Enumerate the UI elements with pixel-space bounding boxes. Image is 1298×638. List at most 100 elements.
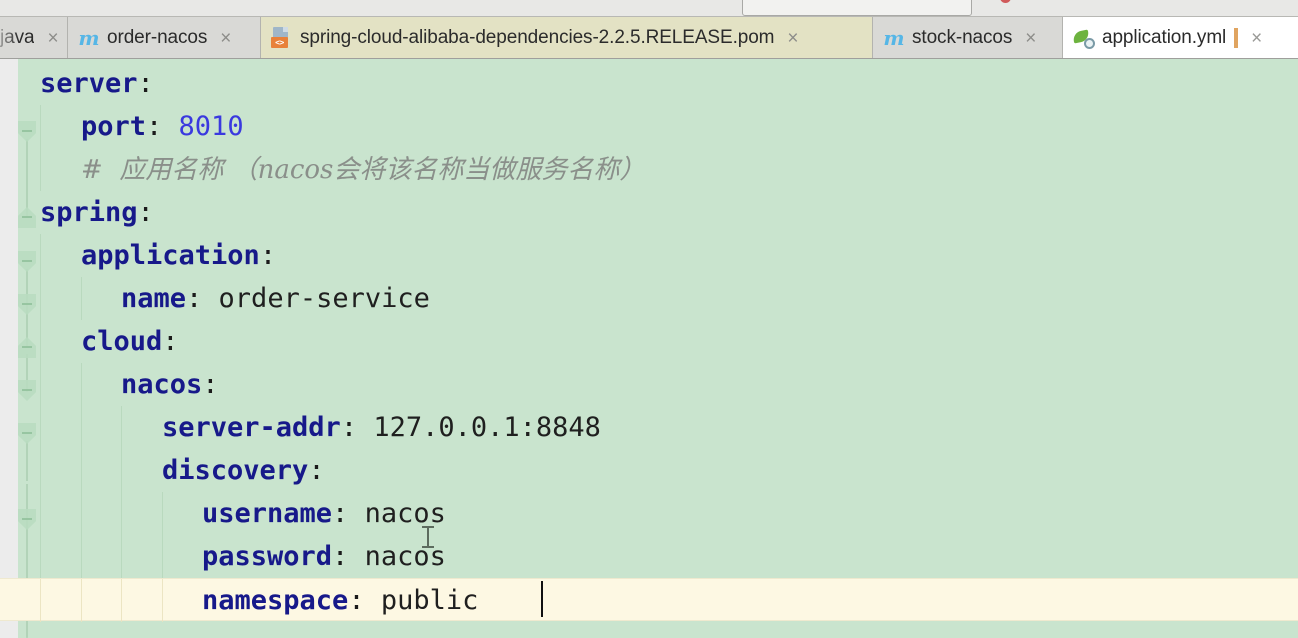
text-caret <box>541 581 543 617</box>
maven-module-icon: m <box>883 27 905 49</box>
indent-guide <box>121 449 122 492</box>
code-token-p: : <box>137 197 154 228</box>
spring-yaml-icon <box>1072 27 1095 49</box>
code-token-k: cloud <box>81 326 163 357</box>
code-line-text: # 应用名称 （nacos会将该名称当做服务名称） <box>81 148 645 191</box>
code-token-k: spring <box>40 197 138 228</box>
code-token-cm: # 应用名称 （nacos会将该名称当做服务名称） <box>81 155 646 185</box>
indent-guide <box>161 535 163 578</box>
indent-guide <box>80 492 82 535</box>
maven-module-icon-glyph: m <box>78 26 100 50</box>
code-token-p: : <box>146 111 179 142</box>
code-token-k: username <box>202 498 333 529</box>
code-line[interactable]: port: 8010 <box>0 105 1298 148</box>
indent-guide <box>40 449 41 492</box>
code-token-s: public <box>380 585 479 616</box>
code-line[interactable]: # 应用名称 （nacos会将该名称当做服务名称） <box>0 148 1298 191</box>
code-token-k: password <box>202 541 333 572</box>
indent-guide <box>40 535 41 578</box>
editor-tab-application-yml[interactable]: application.yml × <box>1063 17 1298 58</box>
code-token-num: 8010 <box>178 111 244 142</box>
tab-dirty-marker <box>1234 28 1239 48</box>
indent-guide <box>40 320 41 363</box>
code-token-p: : <box>332 541 365 572</box>
code-line-text: discovery: <box>162 449 325 492</box>
code-line-text: nacos: <box>121 363 219 406</box>
code-line-text: namespace: public <box>202 579 478 622</box>
indent-guide <box>121 535 122 578</box>
code-line[interactable]: server: <box>0 62 1298 105</box>
maven-pom-xml-icon: <> <box>271 27 293 49</box>
code-line[interactable]: application: <box>0 234 1298 277</box>
code-line[interactable]: spring: <box>0 191 1298 234</box>
code-token-p: : <box>186 283 219 314</box>
code-token-k: discovery <box>162 455 309 486</box>
code-line-text: server-addr: 127.0.0.1:8848 <box>162 406 601 449</box>
maven-module-icon: m <box>78 27 100 49</box>
editor-tab-java[interactable]: java × <box>0 17 68 58</box>
indent-guide <box>121 579 122 622</box>
indent-guide <box>80 449 82 492</box>
chevron-down-icon[interactable] <box>713 0 731 8</box>
code-line[interactable]: nacos: <box>0 363 1298 406</box>
indent-guide <box>161 492 163 535</box>
tab-close-icon[interactable]: × <box>218 27 233 50</box>
code-line-text: cloud: <box>81 320 179 363</box>
tab-close-icon[interactable]: × <box>785 27 800 50</box>
indent-guide <box>40 363 41 406</box>
maven-module-icon-glyph: m <box>883 26 905 50</box>
indent-guide <box>121 492 122 535</box>
code-editor[interactable]: server: port: 8010 # 应用名称 （nacos会将该名称当做服务名… <box>0 59 1298 638</box>
indent-guide <box>40 579 41 622</box>
editor-tab-label: order-nacos <box>107 27 208 48</box>
code-token-p: : <box>332 498 365 529</box>
code-line-text: application: <box>81 234 276 277</box>
maven-pom-xml-icon-badge: <> <box>271 37 288 48</box>
code-line[interactable]: name: order-service <box>0 277 1298 320</box>
indent-guide <box>40 105 41 148</box>
code-line[interactable]: cloud: <box>0 320 1298 363</box>
indent-guide <box>40 406 41 449</box>
code-token-k: server <box>40 68 138 99</box>
editor-tab-order-nacos[interactable]: m order-nacos × <box>68 17 261 58</box>
debug-button-icon[interactable] <box>1098 0 1116 8</box>
indent-guide <box>80 277 82 320</box>
tab-close-icon[interactable]: × <box>1023 27 1038 50</box>
tab-close-icon[interactable]: × <box>45 27 60 50</box>
run-configuration-selector[interactable] <box>742 0 972 16</box>
editor-tab-spring-cloud-alibaba-dependencies-pom[interactable]: <> spring-cloud-alibaba-dependencies-2.2… <box>261 17 873 58</box>
indent-guide <box>40 492 41 535</box>
code-line[interactable]: server-addr: 127.0.0.1:8848 <box>0 406 1298 449</box>
code-line-text: spring: <box>40 191 154 234</box>
code-token-p: : <box>202 369 219 400</box>
mouse-i-beam-cursor <box>422 525 434 549</box>
code-line-text: port: 8010 <box>81 105 244 148</box>
editor-tab-label: stock-nacos <box>912 27 1013 48</box>
indent-guide <box>161 579 163 622</box>
editor-tab-label: application.yml <box>1102 27 1227 48</box>
indent-guide <box>40 148 41 191</box>
stop-button-icon[interactable] <box>1000 0 1018 10</box>
code-token-p: : <box>162 326 179 357</box>
code-line[interactable]: username: nacos <box>0 492 1298 535</box>
code-token-k: nacos <box>121 369 203 400</box>
editor-tab-bar: java × m order-nacos × <> spring-cloud-a… <box>0 17 1298 59</box>
indent-guide <box>80 579 82 622</box>
run-button-icon[interactable] <box>1046 0 1064 8</box>
code-token-p: : <box>308 455 325 486</box>
code-line-text: server: <box>40 62 154 105</box>
code-token-k: port <box>81 111 147 142</box>
code-token-p: : <box>348 585 381 616</box>
editor-tab-stock-nacos[interactable]: m stock-nacos × <box>873 17 1063 58</box>
code-line-text: password: nacos <box>202 535 446 578</box>
indent-guide <box>80 406 82 449</box>
tab-close-icon[interactable]: × <box>1249 27 1264 50</box>
code-token-p: : <box>340 412 374 443</box>
code-token-k: name <box>121 283 187 314</box>
code-line[interactable]: namespace: public <box>0 578 1298 622</box>
indent-guide <box>80 363 82 406</box>
code-line[interactable]: discovery: <box>0 449 1298 492</box>
code-token-p: : <box>137 68 154 99</box>
code-line[interactable]: password: nacos <box>0 535 1298 578</box>
code-text-area[interactable]: server: port: 8010 # 应用名称 （nacos会将该名称当做服务名… <box>0 59 1298 638</box>
